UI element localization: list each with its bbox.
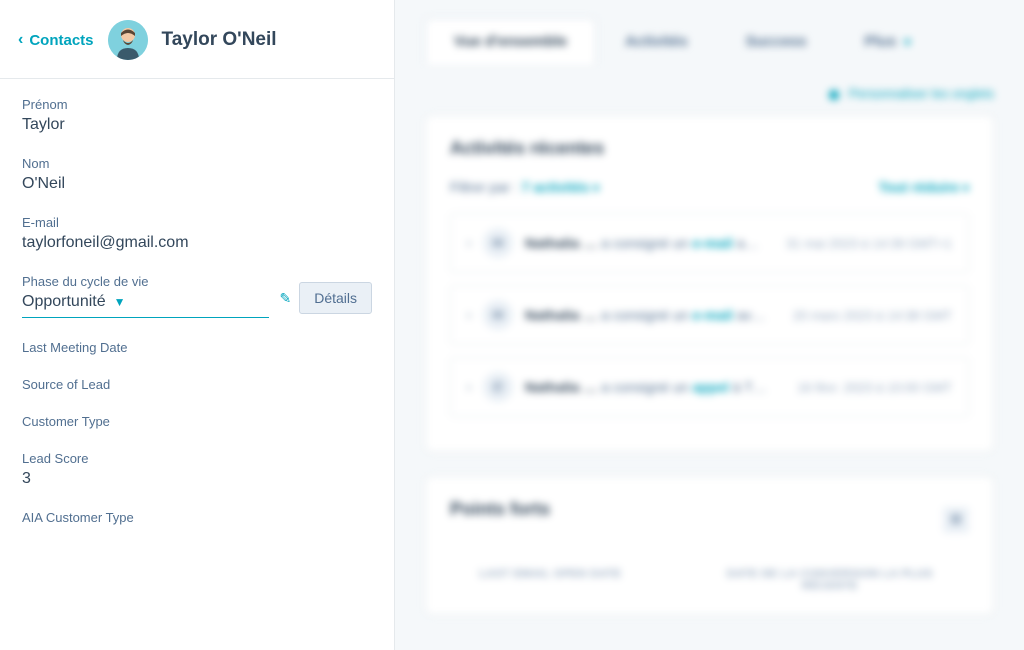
field-customer-type[interactable]: Customer Type xyxy=(22,414,372,429)
field-lifecycle-stage: Phase du cycle de vie Opportunité ▼ ✎ Dé… xyxy=(22,274,372,318)
sidebar-fields: Prénom Taylor Nom O'Neil E-mail taylorfo… xyxy=(0,79,394,565)
activity-date: 20 mars 2023 à 14:38 GMT xyxy=(793,308,952,323)
caret-down-icon: ▼ xyxy=(114,295,126,309)
lifecycle-select[interactable]: Phase du cycle de vie Opportunité ▼ xyxy=(22,274,269,318)
back-to-contacts-link[interactable]: ‹ Contacts xyxy=(18,32,94,49)
highlights-card: Points forts ⚙ LAST EMAIL OPEN DATE DATE… xyxy=(425,476,994,615)
email-icon: ✉ xyxy=(483,300,513,330)
field-label: Customer Type xyxy=(22,414,372,429)
highlight-col-recent-conversion: DATE DE LA CONVERSION LA PLUS RÉCENTE xyxy=(720,568,940,592)
field-first-name[interactable]: Prénom Taylor xyxy=(22,97,372,134)
field-last-meeting-date[interactable]: Last Meeting Date xyxy=(22,340,372,355)
activity-date: 31 mai 2023 à 14:39 GMT+1 xyxy=(786,236,952,251)
filter-dropdown[interactable]: 7 activités ▾ xyxy=(522,179,600,195)
caret-down-icon: ▾ xyxy=(963,181,969,195)
gear-icon[interactable]: ⚙ xyxy=(943,507,969,533)
avatar[interactable] xyxy=(108,20,148,60)
details-button[interactable]: Détails xyxy=(299,282,372,314)
tab-more[interactable]: Plus ▾ xyxy=(835,18,939,64)
field-label: E-mail xyxy=(22,215,372,230)
avatar-illustration-icon xyxy=(108,20,148,60)
activity-date: 16 févr. 2023 à 10:00 GMT xyxy=(797,380,952,395)
chevron-right-icon: › xyxy=(467,308,471,322)
field-email[interactable]: E-mail taylorfoneil@gmail.com xyxy=(22,215,372,252)
chevron-right-icon: › xyxy=(467,236,471,250)
pencil-icon[interactable]: ✎ xyxy=(279,290,291,307)
tab-overview[interactable]: Vue d'ensemble xyxy=(425,18,596,64)
field-label: Last Meeting Date xyxy=(22,340,372,355)
recent-activities-card: Activités récentes Filtrer par : 7 activ… xyxy=(425,115,994,452)
card-title: Activités récentes xyxy=(450,138,969,159)
tab-activities[interactable]: Activités xyxy=(596,18,717,64)
field-label: Lead Score xyxy=(22,451,372,466)
email-icon: ✉ xyxy=(483,228,513,258)
tab-success[interactable]: Success xyxy=(717,18,836,64)
tabs: Vue d'ensemble Activités Success Plus ▾ xyxy=(395,18,1024,64)
activity-item[interactable]: › ✆ Nathalia … a consigné un appel à T… … xyxy=(450,357,969,417)
field-value: 3 xyxy=(22,470,372,488)
field-value: Taylor xyxy=(22,116,372,134)
collapse-all-link[interactable]: Tout réduire ▾ xyxy=(878,179,969,195)
field-value: taylorfoneil@gmail.com xyxy=(22,234,372,252)
field-label: AIA Customer Type xyxy=(22,510,372,525)
field-label: Prénom xyxy=(22,97,372,112)
sidebar-header: ‹ Contacts Taylor O'Neil xyxy=(0,0,394,79)
caret-down-icon: ▾ xyxy=(593,181,599,195)
main-content-blurred: Vue d'ensemble Activités Success Plus ▾ … xyxy=(395,0,1024,650)
chevron-right-icon: › xyxy=(467,380,471,394)
field-aia-customer-type[interactable]: AIA Customer Type xyxy=(22,510,372,525)
phone-icon: ✆ xyxy=(483,372,513,402)
contact-name: Taylor O'Neil xyxy=(162,29,277,51)
back-label: Contacts xyxy=(29,32,93,49)
field-label: Source of Lead xyxy=(22,377,372,392)
tab-more-label: Plus xyxy=(864,33,896,50)
field-label: Phase du cycle de vie xyxy=(22,274,269,289)
caret-down-icon: ▾ xyxy=(904,35,910,49)
field-lead-score[interactable]: Lead Score 3 xyxy=(22,451,372,488)
contact-sidebar: ‹ Contacts Taylor O'Neil Prénom Taylor N… xyxy=(0,0,395,650)
activity-item[interactable]: › ✉ Nathalia … a consigné un e-mail a… 3… xyxy=(450,213,969,273)
field-source-of-lead[interactable]: Source of Lead xyxy=(22,377,372,392)
filter-label: Filtrer par : xyxy=(450,179,518,195)
activity-item[interactable]: › ✉ Nathalia … a consigné un e-mail av… … xyxy=(450,285,969,345)
field-last-name[interactable]: Nom O'Neil xyxy=(22,156,372,193)
field-value: Opportunité xyxy=(22,293,106,311)
highlight-col-last-email-open: LAST EMAIL OPEN DATE xyxy=(479,568,621,592)
chevron-left-icon: ‹ xyxy=(18,32,23,48)
field-value: O'Neil xyxy=(22,175,372,193)
customize-tabs-link[interactable]: Personnaliser les onglets xyxy=(849,86,994,101)
card-title: Points forts xyxy=(450,499,550,520)
field-label: Nom xyxy=(22,156,372,171)
gear-icon xyxy=(829,90,839,100)
